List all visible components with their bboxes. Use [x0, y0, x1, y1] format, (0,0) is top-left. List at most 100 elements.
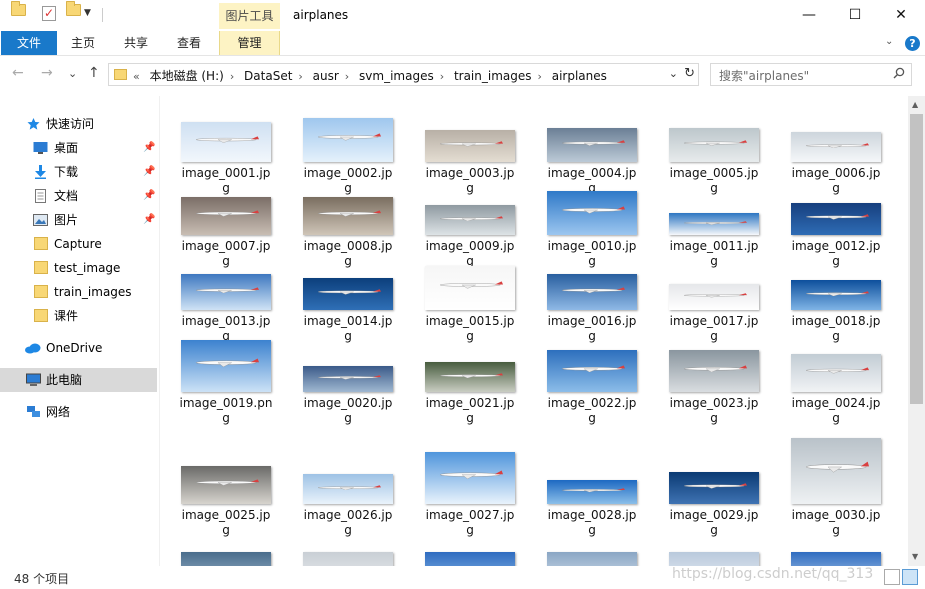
scrollbar-thumb[interactable] — [910, 114, 923, 404]
tab-manage[interactable]: 管理 — [219, 31, 280, 55]
recent-locations-button[interactable]: ⌄ — [68, 67, 77, 80]
address-bar[interactable]: « 本地磁盘 (H:) › DataSet › ausr › svm_images › … — [108, 63, 699, 86]
sidebar-item-documents[interactable]: 文档 📌 — [0, 184, 157, 208]
image-thumbnail — [669, 128, 759, 162]
file-item[interactable] — [420, 532, 520, 566]
breadcrumb-item[interactable]: 本地磁盘 (H:) — [150, 67, 224, 84]
breadcrumb-item[interactable]: svm_images — [359, 69, 434, 83]
file-item[interactable]: image_0025.jpg — [176, 444, 276, 538]
sidebar-item-downloads[interactable]: 下载 📌 — [0, 160, 157, 184]
airplane-graphic — [683, 483, 747, 489]
file-item[interactable]: image_0030.jpg — [786, 438, 886, 538]
forward-button[interactable]: → — [41, 65, 53, 81]
file-item[interactable]: image_0028.jpg — [542, 444, 642, 538]
details-view-icon[interactable] — [884, 569, 900, 585]
breadcrumb-item[interactable]: train_images — [454, 69, 532, 83]
window-title: airplanes — [293, 8, 349, 22]
breadcrumb-item[interactable]: ausr — [313, 69, 339, 83]
sidebar-item-courseware[interactable]: 课件 — [0, 304, 157, 328]
watermark: https://blog.csdn.net/qq_313 — [672, 566, 874, 582]
breadcrumb-item-current[interactable]: airplanes — [552, 69, 607, 83]
search-input[interactable]: 搜索"airplanes" — [710, 63, 912, 86]
file-name: image_0020.jpg — [303, 396, 393, 425]
file-item[interactable]: image_0027.jpg — [420, 444, 520, 538]
properties-icon[interactable]: ✓ — [42, 6, 56, 21]
file-item[interactable]: image_0020.jpg — [298, 332, 398, 426]
airplane-graphic — [439, 215, 503, 221]
sidebar-item-network[interactable]: 网络 — [0, 400, 157, 424]
file-item[interactable]: image_0014.jpg — [298, 250, 398, 344]
sidebar-item-quick-access[interactable]: 快速访问 — [0, 112, 157, 136]
sidebar-item-pictures[interactable]: 图片 📌 — [0, 208, 157, 232]
minimize-button[interactable]: — — [786, 0, 832, 31]
breadcrumb-separator[interactable]: › — [440, 70, 444, 83]
breadcrumb-separator[interactable]: › — [345, 70, 349, 83]
file-item[interactable] — [542, 532, 642, 566]
image-thumbnail — [791, 552, 881, 566]
close-button[interactable]: ✕ — [878, 0, 924, 31]
file-item[interactable]: image_0016.jpg — [542, 250, 642, 344]
image-thumbnail — [181, 197, 271, 235]
star-icon — [27, 118, 40, 130]
navigation-bar: ← → ⌄ ↑ « 本地磁盘 (H:) › DataSet › ausr › svm_… — [0, 57, 925, 91]
address-dropdown-icon[interactable]: ⌄ — [669, 67, 678, 80]
pin-icon[interactable]: 📌 — [143, 184, 155, 208]
tab-view[interactable]: 查看 — [168, 31, 210, 55]
sidebar-item-capture[interactable]: Capture — [0, 232, 157, 256]
search-icon[interactable] — [893, 67, 905, 79]
sidebar-item-label: 下载 — [54, 165, 79, 179]
expand-ribbon-icon[interactable]: ⌄ — [885, 36, 893, 47]
tab-file[interactable]: 文件 — [1, 31, 57, 55]
file-item[interactable] — [786, 532, 886, 566]
airplane-graphic — [195, 210, 259, 217]
help-icon[interactable]: ? — [905, 36, 920, 51]
file-item[interactable]: image_0018.jpg — [786, 250, 886, 344]
sidebar-item-desktop[interactable]: 桌面 📌 — [0, 136, 157, 160]
customize-quick-access-icon[interactable]: ▼ — [84, 8, 91, 18]
sidebar-item-this-pc[interactable]: 此电脑 — [0, 368, 157, 392]
file-item[interactable]: image_0026.jpg — [298, 444, 398, 538]
back-button[interactable]: ← — [12, 65, 24, 81]
file-item[interactable]: image_0017.jpg — [664, 250, 764, 344]
refresh-icon[interactable]: ↻ — [684, 66, 695, 81]
file-name: image_0019.png — [179, 396, 273, 425]
file-item[interactable]: image_0013.jpg — [176, 250, 276, 344]
file-item[interactable] — [298, 532, 398, 566]
tab-home[interactable]: 主页 — [62, 31, 104, 55]
large-icons-view-icon[interactable] — [902, 569, 918, 585]
scroll-down-icon[interactable]: ▼ — [912, 552, 918, 561]
file-item[interactable]: image_0019.png — [176, 332, 276, 426]
file-item[interactable]: image_0022.jpg — [542, 332, 642, 426]
vertical-scrollbar[interactable]: ▲ ▼ — [908, 96, 925, 566]
airplane-graphic — [805, 142, 869, 148]
computer-icon — [26, 373, 41, 386]
file-item[interactable]: image_0024.jpg — [786, 332, 886, 426]
breadcrumb-item[interactable]: DataSet — [244, 69, 292, 83]
sidebar-item-onedrive[interactable]: OneDrive — [0, 336, 157, 360]
image-thumbnail — [303, 474, 393, 504]
breadcrumb-separator[interactable]: › — [298, 70, 302, 83]
file-item[interactable] — [664, 532, 764, 566]
sidebar-item-train-images[interactable]: train_images — [0, 280, 157, 304]
airplane-graphic — [805, 214, 869, 220]
file-item[interactable]: image_0029.jpg — [664, 444, 764, 538]
file-item[interactable]: image_0015.jpg — [420, 250, 520, 344]
breadcrumb-separator[interactable]: › — [230, 70, 234, 83]
new-folder-icon[interactable] — [66, 1, 81, 16]
file-item[interactable] — [176, 532, 276, 566]
breadcrumb-separator[interactable]: › — [538, 70, 542, 83]
pin-icon[interactable]: 📌 — [143, 208, 155, 232]
file-item[interactable]: image_0021.jpg — [420, 332, 520, 426]
file-item[interactable]: image_0023.jpg — [664, 332, 764, 426]
navigation-pane: 快速访问 桌面 📌 下载 📌 文档 📌 图片 📌 Capture test_im… — [0, 96, 160, 566]
breadcrumb-overflow[interactable]: « — [133, 70, 140, 83]
sidebar-item-test-image[interactable]: test_image — [0, 256, 157, 280]
tab-share[interactable]: 共享 — [115, 31, 157, 55]
airplane-graphic — [805, 367, 869, 374]
pin-icon[interactable]: 📌 — [143, 136, 155, 160]
up-button[interactable]: ↑ — [88, 65, 100, 81]
scroll-up-icon[interactable]: ▲ — [912, 100, 918, 109]
pin-icon[interactable]: 📌 — [143, 160, 155, 184]
image-thumbnail — [181, 466, 271, 504]
maximize-button[interactable]: ☐ — [832, 0, 878, 31]
